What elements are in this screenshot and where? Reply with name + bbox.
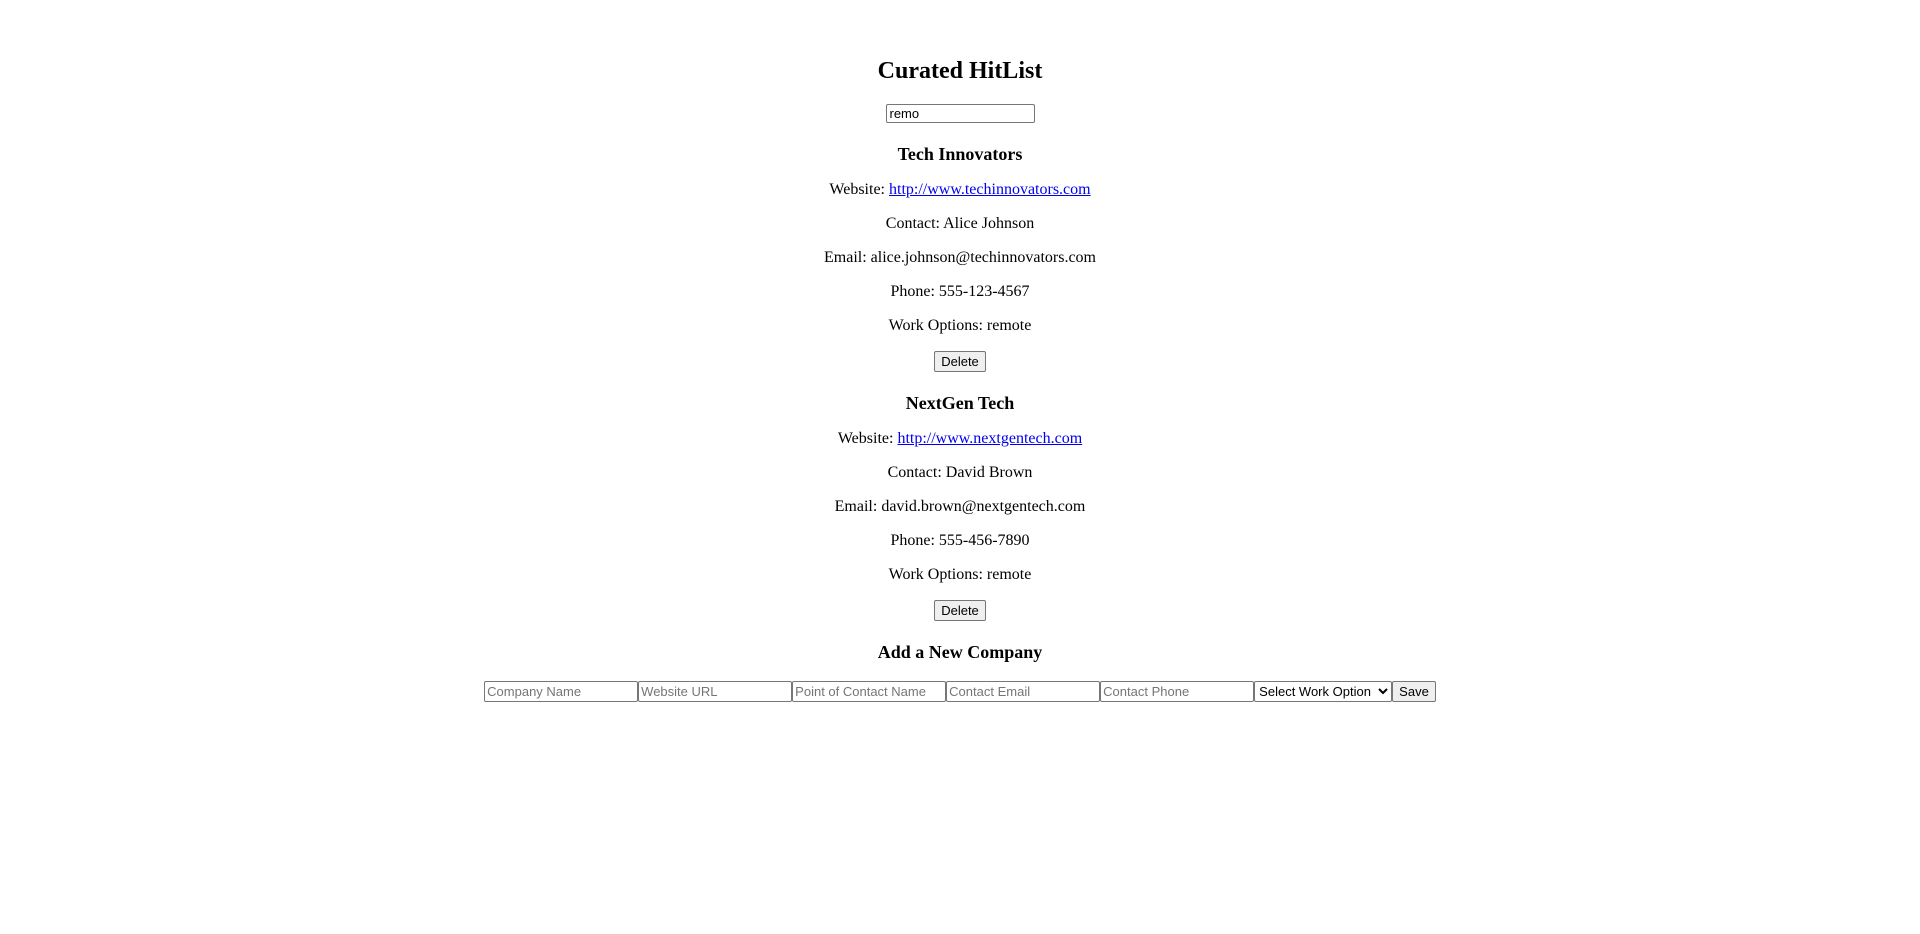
contact-phone-input[interactable] [1100, 681, 1255, 702]
website-label: Website: [837, 430, 898, 447]
company-name-input[interactable] [484, 681, 639, 702]
company-name: Tech Innovators [897, 144, 1023, 164]
page-title: Curated HitList [877, 58, 1043, 84]
company-name: NextGen Tech [905, 393, 1015, 413]
contact-email-input[interactable] [946, 681, 1101, 702]
add-company-heading: Add a New Company [877, 642, 1043, 662]
contact-name-input[interactable] [792, 681, 947, 702]
website-url-input[interactable] [638, 681, 793, 702]
website-link[interactable]: http://www.nextgentech.com [897, 430, 1082, 447]
company-work-options: Work Options: remote [888, 566, 1032, 583]
website-label: Website: [829, 181, 889, 198]
save-button[interactable]: Save [1392, 681, 1436, 702]
page: Curated HitList Tech Innovators Website:… [0, 0, 1920, 702]
website-link[interactable]: http://www.techinnovators.com [889, 181, 1091, 198]
company-contact: Contact: Alice Johnson [885, 215, 1035, 232]
company-work-options: Work Options: remote [888, 317, 1032, 334]
delete-button[interactable]: Delete [934, 600, 986, 621]
add-company-form: Select Work Option Save [0, 681, 1920, 702]
company-contact: Contact: David Brown [887, 464, 1033, 481]
search-input[interactable] [885, 104, 1035, 123]
company-website: Website: http://www.nextgentech.com [0, 430, 1920, 448]
company-card: Tech Innovators Website: http://www.tech… [0, 143, 1920, 372]
company-website: Website: http://www.techinnovators.com [0, 181, 1920, 199]
work-option-select[interactable]: Select Work Option [1254, 681, 1393, 702]
company-phone: Phone: 555-123-4567 [890, 283, 1030, 300]
company-card: NextGen Tech Website: http://www.nextgen… [0, 392, 1920, 621]
company-email: Email: alice.johnson@techinnovators.com [824, 249, 1096, 266]
delete-button[interactable]: Delete [934, 351, 986, 372]
company-phone: Phone: 555-456-7890 [890, 532, 1030, 549]
company-email: Email: david.brown@nextgentech.com [834, 498, 1086, 515]
